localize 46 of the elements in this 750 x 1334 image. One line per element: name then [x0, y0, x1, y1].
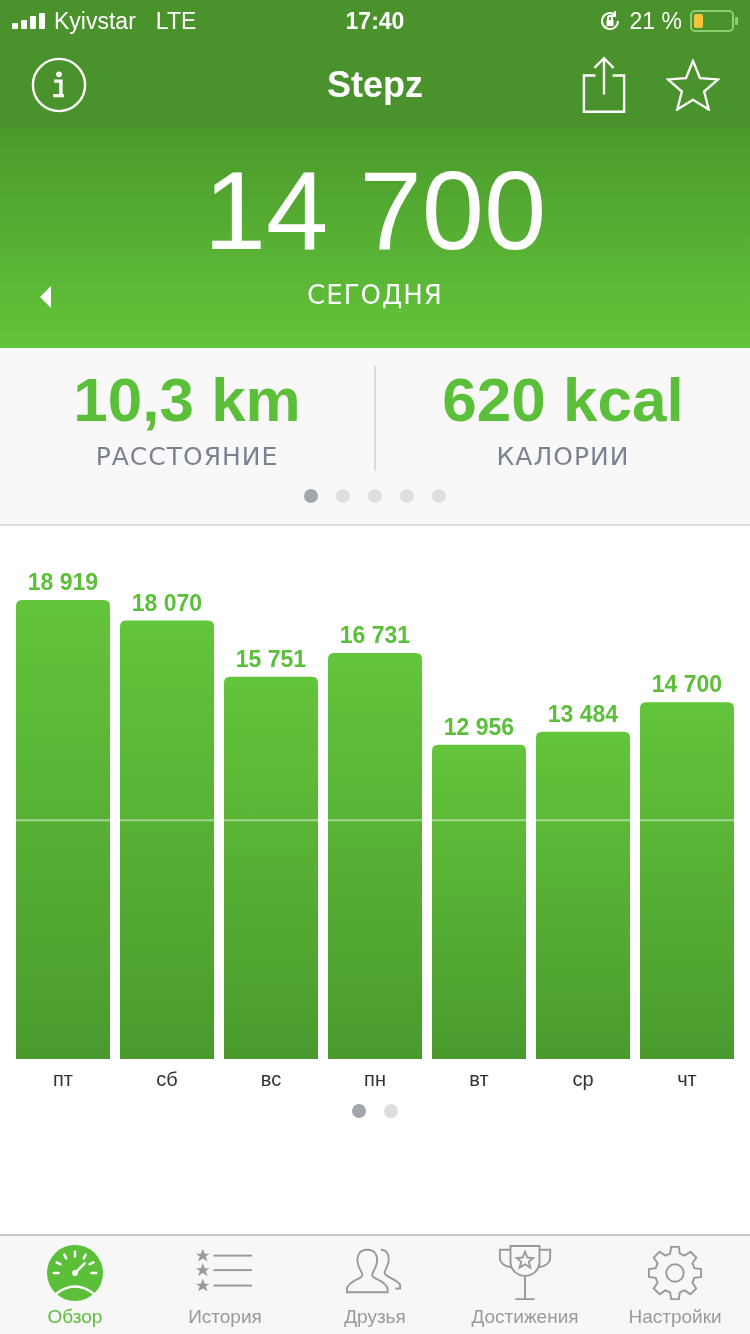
stat-value: 10,3 km: [73, 366, 301, 435]
day-label: сб: [156, 1068, 178, 1090]
stat-value: 620 kcal: [442, 366, 684, 435]
day-label: пт: [53, 1068, 73, 1090]
trophy-icon: [496, 1244, 554, 1302]
stat-label: РАССТОЯНИЕ: [95, 442, 279, 472]
value-label: 18 919: [27, 569, 99, 595]
tab-button[interactable]: Достижения: [450, 1236, 600, 1334]
tab-button[interactable]: Обзор: [0, 1236, 150, 1334]
value-label: 12 956: [443, 713, 515, 740]
tab-button[interactable]: Настройки: [600, 1236, 750, 1334]
page-dot[interactable]: [336, 489, 350, 504]
day-label: вт: [469, 1068, 489, 1090]
gauge-icon: [46, 1244, 104, 1302]
day-label: вс: [260, 1068, 282, 1090]
step-count: 14 700: [203, 152, 547, 270]
star-icon[interactable]: [666, 59, 720, 111]
battery-icon: [690, 10, 738, 32]
value-label: 15 751: [235, 645, 307, 672]
page-dot[interactable]: [432, 489, 446, 504]
page-dot[interactable]: [304, 489, 318, 504]
page-dot[interactable]: [368, 489, 382, 504]
signal-icon: [12, 13, 46, 29]
back-arrow-icon[interactable]: [40, 285, 52, 308]
value-label: 16 731: [339, 622, 411, 649]
info-icon[interactable]: [30, 56, 88, 114]
day-label: ср: [572, 1068, 594, 1090]
value-label: 14 700: [651, 671, 723, 698]
stat-label: КАЛОРИИ: [496, 442, 630, 472]
page-dot[interactable]: [352, 1104, 366, 1118]
day-label: СЕГОДНЯ: [307, 279, 443, 310]
tab-button[interactable]: Друзья: [300, 1236, 450, 1334]
gear-icon: [646, 1244, 704, 1302]
page-dot[interactable]: [400, 489, 414, 504]
page-dot[interactable]: [384, 1104, 398, 1118]
day-label: чт: [677, 1068, 697, 1090]
network-type: LTE: [155, 7, 197, 35]
clock-time: 17:40: [345, 7, 405, 35]
carrier-name: Kyivstar: [54, 7, 136, 35]
value-label: 13 484: [547, 700, 619, 727]
app-title: Stepz: [327, 64, 423, 106]
tab-button[interactable]: История: [150, 1236, 300, 1334]
battery-percent: 21 %: [629, 7, 682, 35]
day-label: пн: [364, 1068, 386, 1090]
share-icon[interactable]: [582, 56, 626, 114]
value-label: 18 070: [131, 589, 203, 616]
